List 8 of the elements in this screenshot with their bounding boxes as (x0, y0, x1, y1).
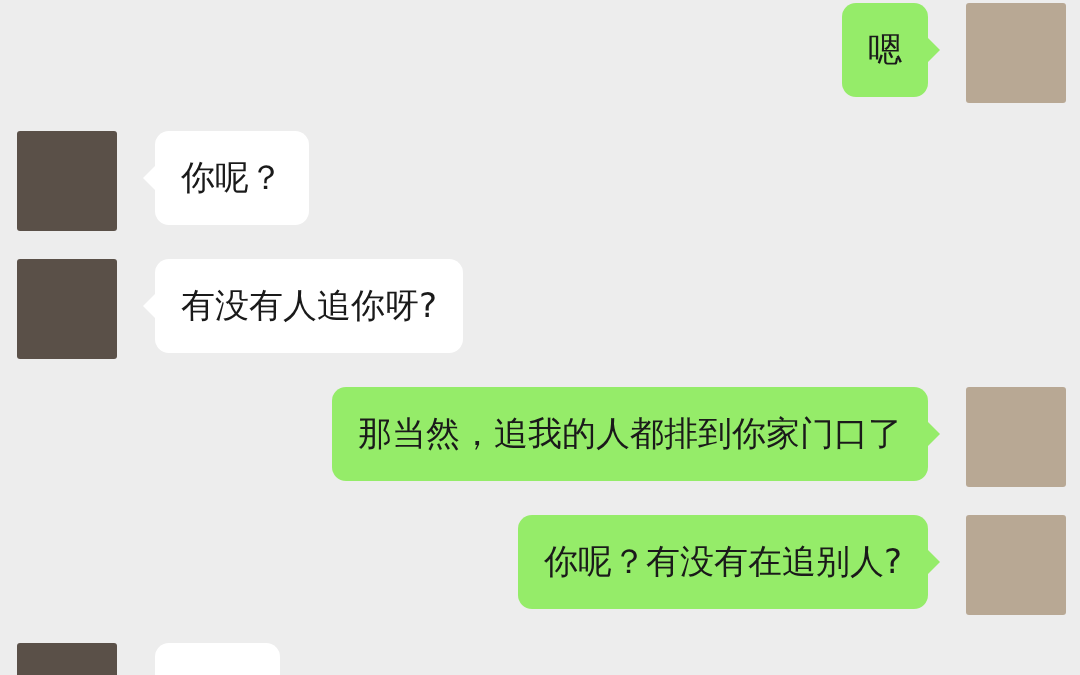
message-bubble: 有没有人追你呀? (155, 259, 464, 353)
message-bubble: 你呢？ (155, 131, 309, 225)
bubble-tail-icon (928, 550, 940, 574)
bubble-tail-icon (928, 422, 940, 446)
message-bubble: 你呢？有没有在追别人? (517, 515, 928, 609)
message-bubble: 嗯 (842, 3, 928, 97)
bubble-tail-icon (928, 38, 940, 62)
message-bubble: 那当然，追我的人都排到你家门口了 (332, 387, 928, 481)
